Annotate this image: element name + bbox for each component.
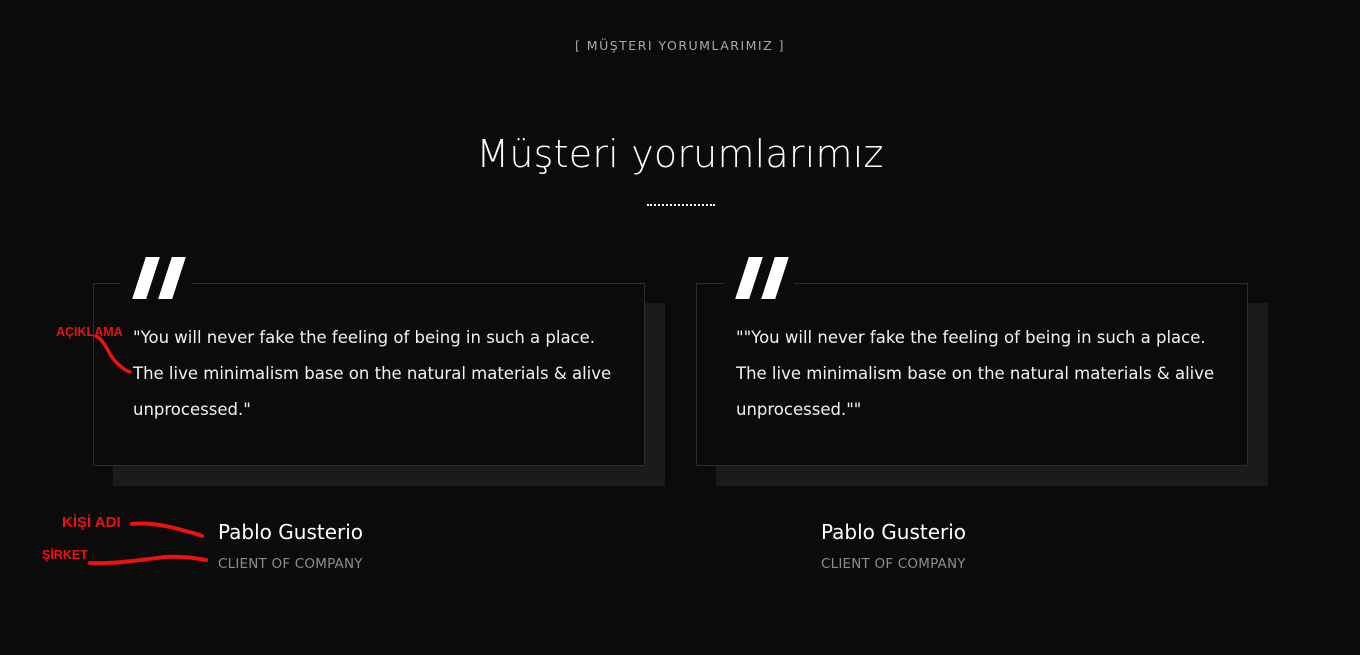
- quote-icon: [724, 255, 794, 305]
- testimonial-company: CLIENT OF COMPANY: [218, 556, 363, 572]
- annotation-company-stroke: [88, 554, 208, 566]
- section-title: Müşteri yorumlarımız: [476, 132, 884, 176]
- title-divider: [647, 204, 715, 206]
- testimonial-person-name: Pablo Gusterio: [218, 520, 364, 544]
- section-eyebrow: [ MÜŞTERI YORUMLARIMIZ ]: [574, 38, 786, 53]
- testimonial-quote: "You will never fake the feeling of bein…: [133, 328, 612, 419]
- annotation-person-name-stroke: [130, 521, 204, 538]
- testimonial-card: ""You will never fake the feeling of bei…: [696, 255, 1268, 486]
- annotation-company-label: ŞİRKET: [42, 548, 88, 562]
- testimonial-person-name: Pablo Gusterio: [821, 520, 967, 544]
- annotation-description-label: AÇIKLAMA: [56, 325, 123, 339]
- testimonial-card: "You will never fake the feeling of bein…: [93, 255, 665, 486]
- testimonial-quote: ""You will never fake the feeling of bei…: [736, 328, 1215, 419]
- quote-icon: [121, 255, 191, 305]
- testimonial-company: CLIENT OF COMPANY: [821, 556, 966, 572]
- annotation-person-name-label: KİŞİ ADI: [62, 514, 121, 531]
